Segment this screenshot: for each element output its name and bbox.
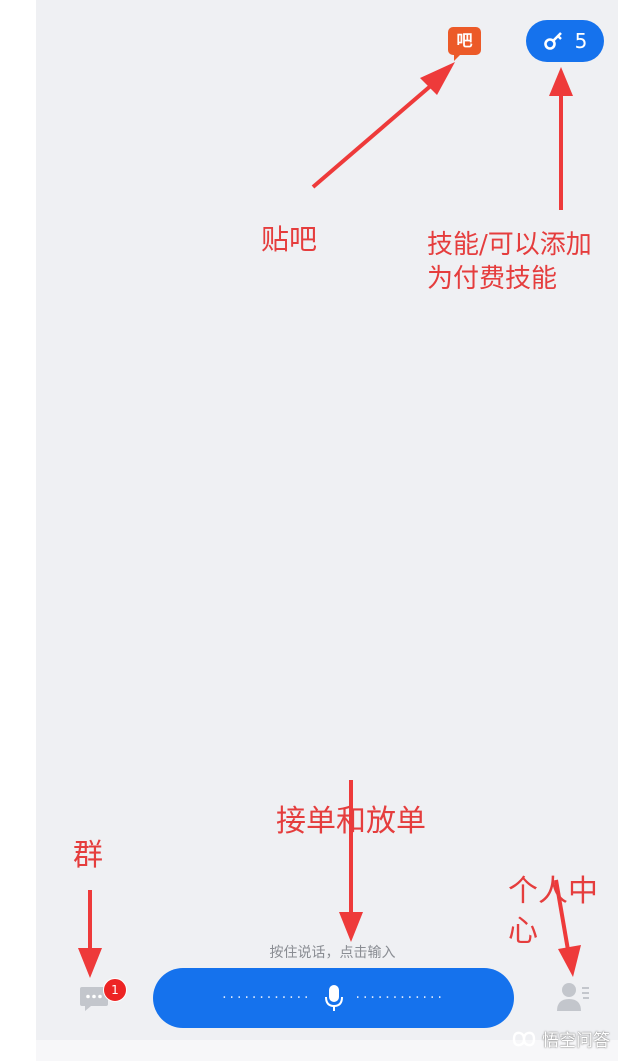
tieba-icon: 吧 — [456, 31, 473, 50]
annotation-tieba: 贴吧 — [261, 223, 318, 256]
watermark-text: 悟空问答 — [542, 1031, 610, 1051]
annotation-skills: 技能/可以添加 为付费技能 — [427, 230, 592, 294]
voice-input-button[interactable]: ············ ············ — [153, 968, 514, 1028]
voice-hint: 按住说话，点击输入 — [269, 945, 396, 961]
key-icon — [543, 32, 562, 50]
wukong-logo-icon — [512, 1031, 536, 1046]
watermark: 悟空问答 — [510, 1026, 610, 1051]
annotation-group: 群 — [73, 838, 103, 873]
voice-dots-left: ············ — [222, 990, 312, 1006]
personal-center-button[interactable] — [556, 981, 590, 1013]
skill-button[interactable]: 5 — [526, 20, 604, 62]
annotation-order: 接单和放单 — [276, 804, 426, 839]
voice-dots-right: ············ — [355, 990, 445, 1006]
profile-icon — [557, 983, 589, 1011]
microphone-icon — [324, 985, 343, 1011]
annotation-personal-center: 个人中 心 — [508, 874, 598, 949]
tieba-button[interactable]: 吧 — [448, 27, 481, 61]
unread-badge: 1 — [103, 978, 127, 1002]
skill-count: 5 — [574, 29, 588, 53]
